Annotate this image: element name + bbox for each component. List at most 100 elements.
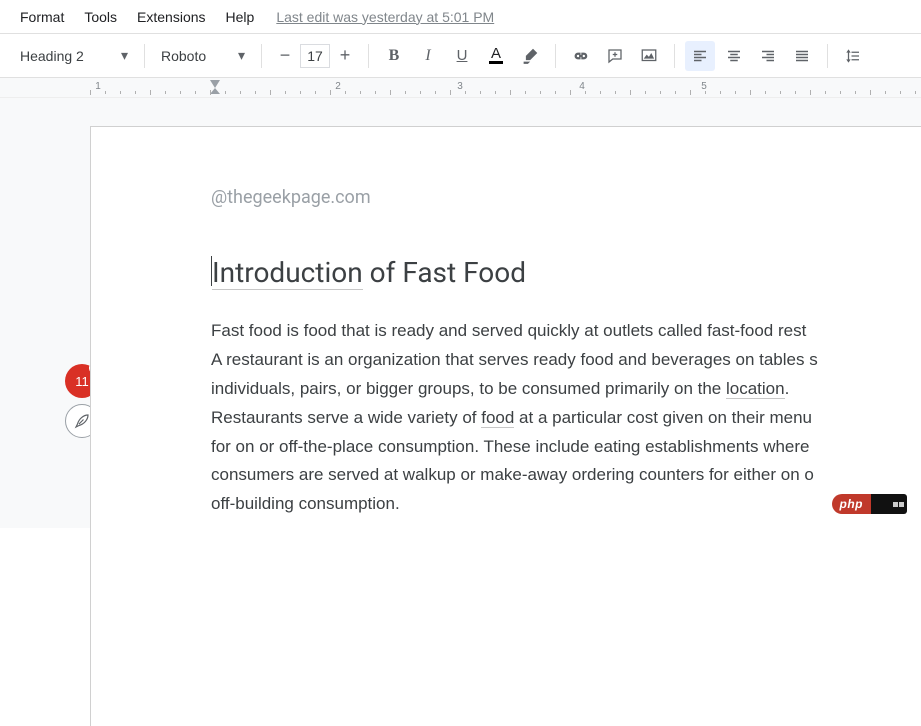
body-text-span: Fast food is food that is ready and serv…	[211, 321, 806, 340]
menu-format[interactable]: Format	[10, 3, 74, 31]
ruler-tick	[180, 91, 181, 94]
insert-link-button[interactable]	[566, 41, 596, 71]
ruler-tick	[135, 91, 136, 94]
ruler-tick	[390, 90, 391, 95]
ruler-tick	[660, 91, 661, 94]
align-justify-button[interactable]	[787, 41, 817, 71]
ruler-tick	[705, 91, 706, 94]
align-left-button[interactable]	[685, 41, 715, 71]
ruler-tick	[780, 91, 781, 94]
ruler-tick	[600, 91, 601, 94]
heading-word-underlined: Introduction	[212, 256, 363, 290]
menu-tools[interactable]: Tools	[74, 3, 127, 31]
ruler-tick	[630, 90, 631, 95]
body-link-location[interactable]: location	[726, 379, 785, 399]
body-text-span: individuals, pairs, or bigger groups, to…	[211, 379, 726, 398]
ruler-tick	[450, 90, 451, 95]
bold-button[interactable]: B	[379, 41, 409, 71]
align-right-icon	[759, 47, 777, 65]
link-icon	[572, 47, 590, 65]
paragraph-style-label: Heading 2	[20, 48, 84, 64]
ruler-tick	[540, 91, 541, 94]
ruler-tick	[510, 90, 511, 95]
ruler-tick	[480, 91, 481, 94]
ruler-tick	[255, 91, 256, 94]
php-badge-tail	[871, 494, 907, 514]
menu-help[interactable]: Help	[216, 3, 265, 31]
first-line-indent-marker[interactable]	[210, 80, 220, 88]
ruler-tick	[315, 91, 316, 94]
ruler-tick	[150, 90, 151, 95]
insert-image-button[interactable]	[634, 41, 664, 71]
font-family-dropdown[interactable]: Roboto ▾	[155, 47, 251, 64]
underline-button[interactable]: U	[447, 41, 477, 71]
add-comment-button[interactable]	[600, 41, 630, 71]
italic-icon: I	[425, 47, 430, 65]
ruler-tick	[165, 91, 166, 94]
align-center-icon	[725, 47, 743, 65]
document-page[interactable]: @thegeekpage.com Introduction of Fast Fo…	[90, 126, 921, 726]
increase-font-size-button[interactable]: +	[332, 43, 358, 69]
php-label: php	[832, 494, 872, 514]
comment-plus-icon	[606, 47, 624, 65]
ruler-tick	[210, 90, 211, 95]
ruler-tick	[690, 90, 691, 95]
align-center-button[interactable]	[719, 41, 749, 71]
ruler-tick	[105, 91, 106, 94]
ruler-number: 1	[95, 81, 101, 92]
ruler-tick	[750, 90, 751, 95]
body-link-food[interactable]: food	[481, 408, 514, 428]
ruler-tick	[435, 91, 436, 94]
highlight-color-button[interactable]	[515, 41, 545, 71]
left-indent-marker[interactable]	[210, 88, 220, 94]
ruler-tick	[465, 91, 466, 94]
ruler-tick	[330, 90, 331, 95]
ruler-tick	[735, 91, 736, 94]
separator	[144, 44, 145, 68]
font-size-control: − +	[272, 43, 358, 69]
ruler-tick	[270, 90, 271, 95]
ruler-tick	[120, 91, 121, 94]
font-size-input[interactable]	[300, 44, 330, 68]
ruler-tick	[645, 91, 646, 94]
body-text-span: Restaurants serve a wide variety of	[211, 408, 481, 427]
line-spacing-button[interactable]	[838, 41, 868, 71]
ruler-tick	[915, 91, 916, 94]
align-justify-icon	[793, 47, 811, 65]
underline-icon: U	[457, 47, 468, 64]
ruler-tick	[900, 91, 901, 94]
body-text-span: off-building consumption.	[211, 494, 400, 513]
ruler-tick	[585, 91, 586, 94]
ruler-tick	[765, 91, 766, 94]
separator	[674, 44, 675, 68]
ruler-tick	[525, 91, 526, 94]
align-left-icon	[691, 47, 709, 65]
paragraph-style-dropdown[interactable]: Heading 2 ▾	[14, 47, 134, 64]
decrease-font-size-button[interactable]: −	[272, 43, 298, 69]
ruler-tick	[240, 91, 241, 94]
body-text-span: A restaurant is an organization that ser…	[211, 350, 818, 369]
ruler-tick	[675, 91, 676, 94]
feather-icon	[73, 412, 91, 430]
document-canvas: 11 + @thegeekpage.com Introduction of Fa…	[0, 98, 921, 528]
body-text-span: .	[785, 379, 790, 398]
chevron-down-icon: ▾	[238, 47, 245, 64]
last-edit-link[interactable]: Last edit was yesterday at 5:01 PM	[276, 9, 494, 25]
text-color-button[interactable]: A	[481, 41, 511, 71]
image-icon	[640, 47, 658, 65]
ruler-tick	[225, 91, 226, 94]
separator	[827, 44, 828, 68]
ruler-tick	[885, 91, 886, 94]
document-body-paragraph[interactable]: Fast food is food that is ready and serv…	[211, 317, 921, 519]
menu-extensions[interactable]: Extensions	[127, 3, 215, 31]
separator	[555, 44, 556, 68]
align-right-button[interactable]	[753, 41, 783, 71]
italic-button[interactable]: I	[413, 41, 443, 71]
ruler-tick	[825, 91, 826, 94]
ruler-tick	[420, 91, 421, 94]
ruler-tick	[855, 91, 856, 94]
ruler-tick	[615, 91, 616, 94]
ruler-tick	[360, 91, 361, 94]
horizontal-ruler[interactable]: 1 2 3 4 5	[90, 78, 921, 98]
document-heading[interactable]: Introduction of Fast Food	[211, 256, 921, 289]
